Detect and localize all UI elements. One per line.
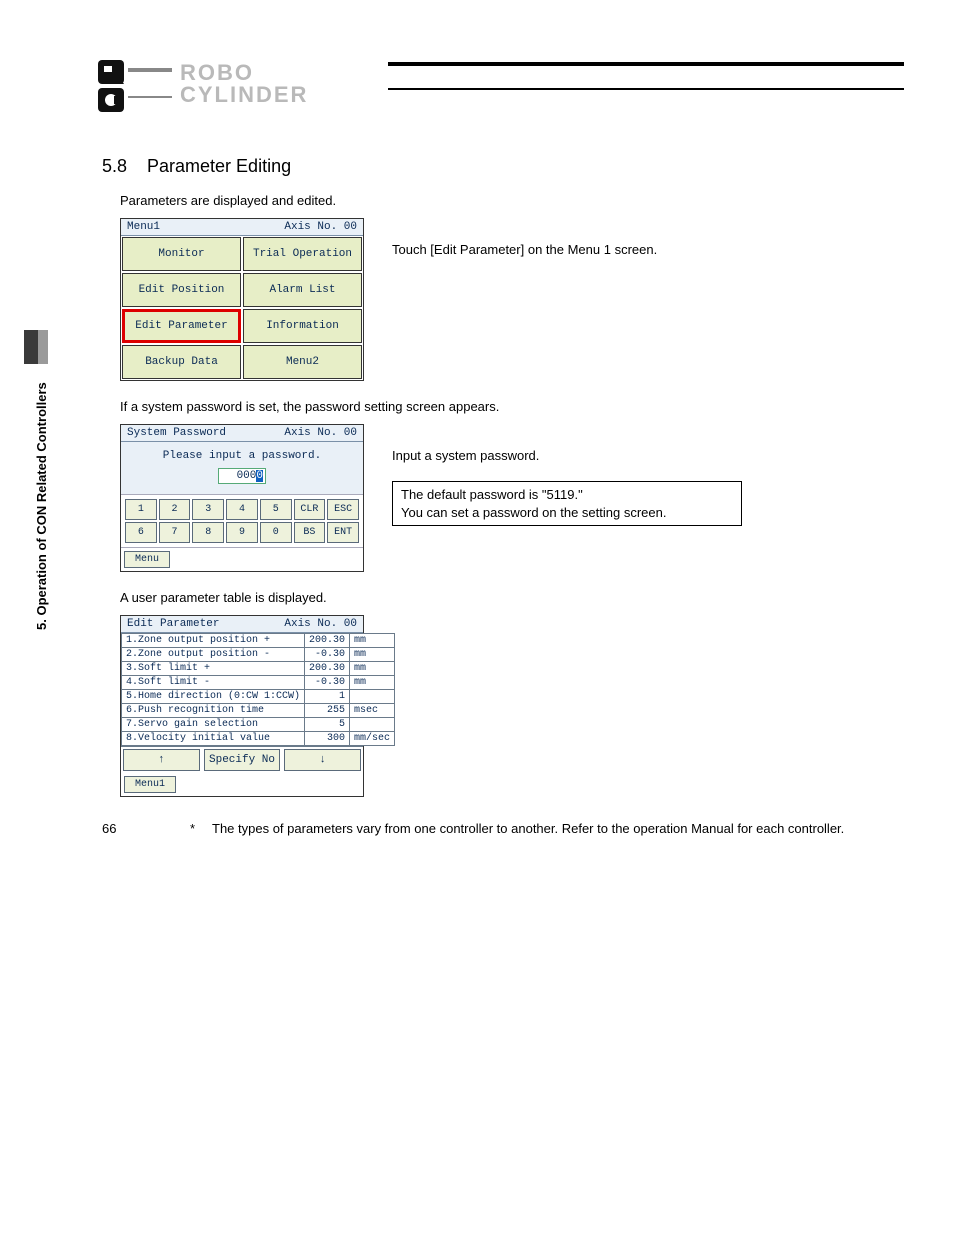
menu1-cell[interactable]: Monitor <box>122 237 241 271</box>
password-note-line1: The default password is "5119." <box>401 486 733 504</box>
password-panel: System Password Axis No. 00 Please input… <box>120 424 364 572</box>
param-axis: Axis No. 00 <box>284 618 357 630</box>
chapter-tab: 5. Operation of CON Related Controllers <box>0 330 50 630</box>
param-value: 200.30 <box>305 634 350 648</box>
param-nav-specify[interactable]: Specify No <box>204 749 281 771</box>
logo-text-line2: CYLINDER <box>180 84 308 106</box>
param-title: Edit Parameter <box>127 618 219 630</box>
password-field[interactable]: 0000 <box>218 468 266 484</box>
keypad-key[interactable]: 7 <box>159 522 191 543</box>
param-nav-down[interactable]: ↓ <box>284 749 361 771</box>
param-unit: mm <box>350 648 395 662</box>
keypad-key[interactable]: 2 <box>159 499 191 520</box>
param-value: 300 <box>305 732 350 746</box>
menu1-axis: Axis No. 00 <box>284 221 357 233</box>
password-note: The default password is "5119." You can … <box>392 481 742 526</box>
table-intro: A user parameter table is displayed. <box>120 590 864 605</box>
param-label: 8.Velocity initial value <box>122 732 305 746</box>
param-unit: mm/sec <box>350 732 395 746</box>
menu1-cell[interactable]: Edit Parameter <box>122 309 241 343</box>
logo-text-line1: ROBO <box>180 62 308 84</box>
keypad-key[interactable]: ENT <box>327 522 359 543</box>
password-value-prefix: 000 <box>237 470 257 482</box>
param-label: 4.Soft limit - <box>122 676 305 690</box>
param-value: -0.30 <box>305 676 350 690</box>
menu1-cell[interactable]: Menu2 <box>243 345 362 379</box>
password-value-cursor: 0 <box>256 470 263 482</box>
param-panel: Edit Parameter Axis No. 00 1.Zone output… <box>120 615 364 797</box>
brand-header: ROBO CYLINDER <box>98 60 864 116</box>
password-note-line2: You can set a password on the setting sc… <box>401 504 733 522</box>
chapter-tab-label: 5. Operation of CON Related Controllers <box>34 382 49 630</box>
param-label: 6.Push recognition time <box>122 704 305 718</box>
page-number: 66 <box>102 821 116 836</box>
param-value: 5 <box>305 718 350 732</box>
param-label: 1.Zone output position + <box>122 634 305 648</box>
password-intro: If a system password is set, the passwor… <box>120 399 864 414</box>
rc-logo-icon <box>98 60 176 114</box>
param-label: 2.Zone output position - <box>122 648 305 662</box>
param-unit: msec <box>350 704 395 718</box>
keypad-key[interactable]: BS <box>294 522 326 543</box>
table-row[interactable]: 2.Zone output position --0.30mm <box>122 648 395 662</box>
keypad-key[interactable]: 5 <box>260 499 292 520</box>
section-title: Parameter Editing <box>147 156 291 176</box>
menu1-cell[interactable]: Alarm List <box>243 273 362 307</box>
keypad-key[interactable]: 4 <box>226 499 258 520</box>
table-row[interactable]: 7.Servo gain selection5 <box>122 718 395 732</box>
param-unit: mm <box>350 676 395 690</box>
password-menu-button[interactable]: Menu <box>124 551 170 568</box>
param-value: 200.30 <box>305 662 350 676</box>
password-caption: Input a system password. <box>392 424 742 463</box>
menu1-panel: Menu1 Axis No. 00 MonitorTrial Operation… <box>120 218 364 381</box>
param-label: 5.Home direction (0:CW 1:CCW) <box>122 690 305 704</box>
section-heading: 5.8 Parameter Editing <box>102 156 864 177</box>
table-row[interactable]: 4.Soft limit --0.30mm <box>122 676 395 690</box>
menu1-cell[interactable]: Edit Position <box>122 273 241 307</box>
keypad-key[interactable]: 8 <box>192 522 224 543</box>
table-row[interactable]: 6.Push recognition time255msec <box>122 704 395 718</box>
keypad-key[interactable]: 3 <box>192 499 224 520</box>
keypad-key[interactable]: ESC <box>327 499 359 520</box>
section-number: 5.8 <box>102 156 142 177</box>
menu1-caption: Touch [Edit Parameter] on the Menu 1 scr… <box>392 218 657 257</box>
keypad-key[interactable]: 6 <box>125 522 157 543</box>
menu1-title: Menu1 <box>127 221 160 233</box>
keypad-key[interactable]: 9 <box>226 522 258 543</box>
keypad-key[interactable]: CLR <box>294 499 326 520</box>
password-message: Please input a password. <box>121 442 363 466</box>
intro-text: Parameters are displayed and edited. <box>120 193 864 208</box>
menu1-cell[interactable]: Trial Operation <box>243 237 362 271</box>
footnote: * The types of parameters vary from one … <box>190 821 864 836</box>
param-unit: mm <box>350 634 395 648</box>
password-title: System Password <box>127 427 226 439</box>
param-nav-up[interactable]: ↑ <box>123 749 200 771</box>
param-value: 1 <box>305 690 350 704</box>
table-row[interactable]: 8.Velocity initial value300mm/sec <box>122 732 395 746</box>
param-value: -0.30 <box>305 648 350 662</box>
menu1-cell[interactable]: Information <box>243 309 362 343</box>
keypad-key[interactable]: 0 <box>260 522 292 543</box>
table-row[interactable]: 5.Home direction (0:CW 1:CCW)1 <box>122 690 395 704</box>
param-unit <box>350 718 395 732</box>
param-label: 7.Servo gain selection <box>122 718 305 732</box>
param-unit: mm <box>350 662 395 676</box>
password-axis: Axis No. 00 <box>284 427 357 439</box>
table-row[interactable]: 1.Zone output position +200.30mm <box>122 634 395 648</box>
footnote-marker: * <box>190 821 200 836</box>
param-menu-button[interactable]: Menu1 <box>124 776 176 793</box>
table-row[interactable]: 3.Soft limit +200.30mm <box>122 662 395 676</box>
param-label: 3.Soft limit + <box>122 662 305 676</box>
param-value: 255 <box>305 704 350 718</box>
menu1-cell[interactable]: Backup Data <box>122 345 241 379</box>
keypad-key[interactable]: 1 <box>125 499 157 520</box>
footnote-text: The types of parameters vary from one co… <box>212 821 844 836</box>
param-unit <box>350 690 395 704</box>
